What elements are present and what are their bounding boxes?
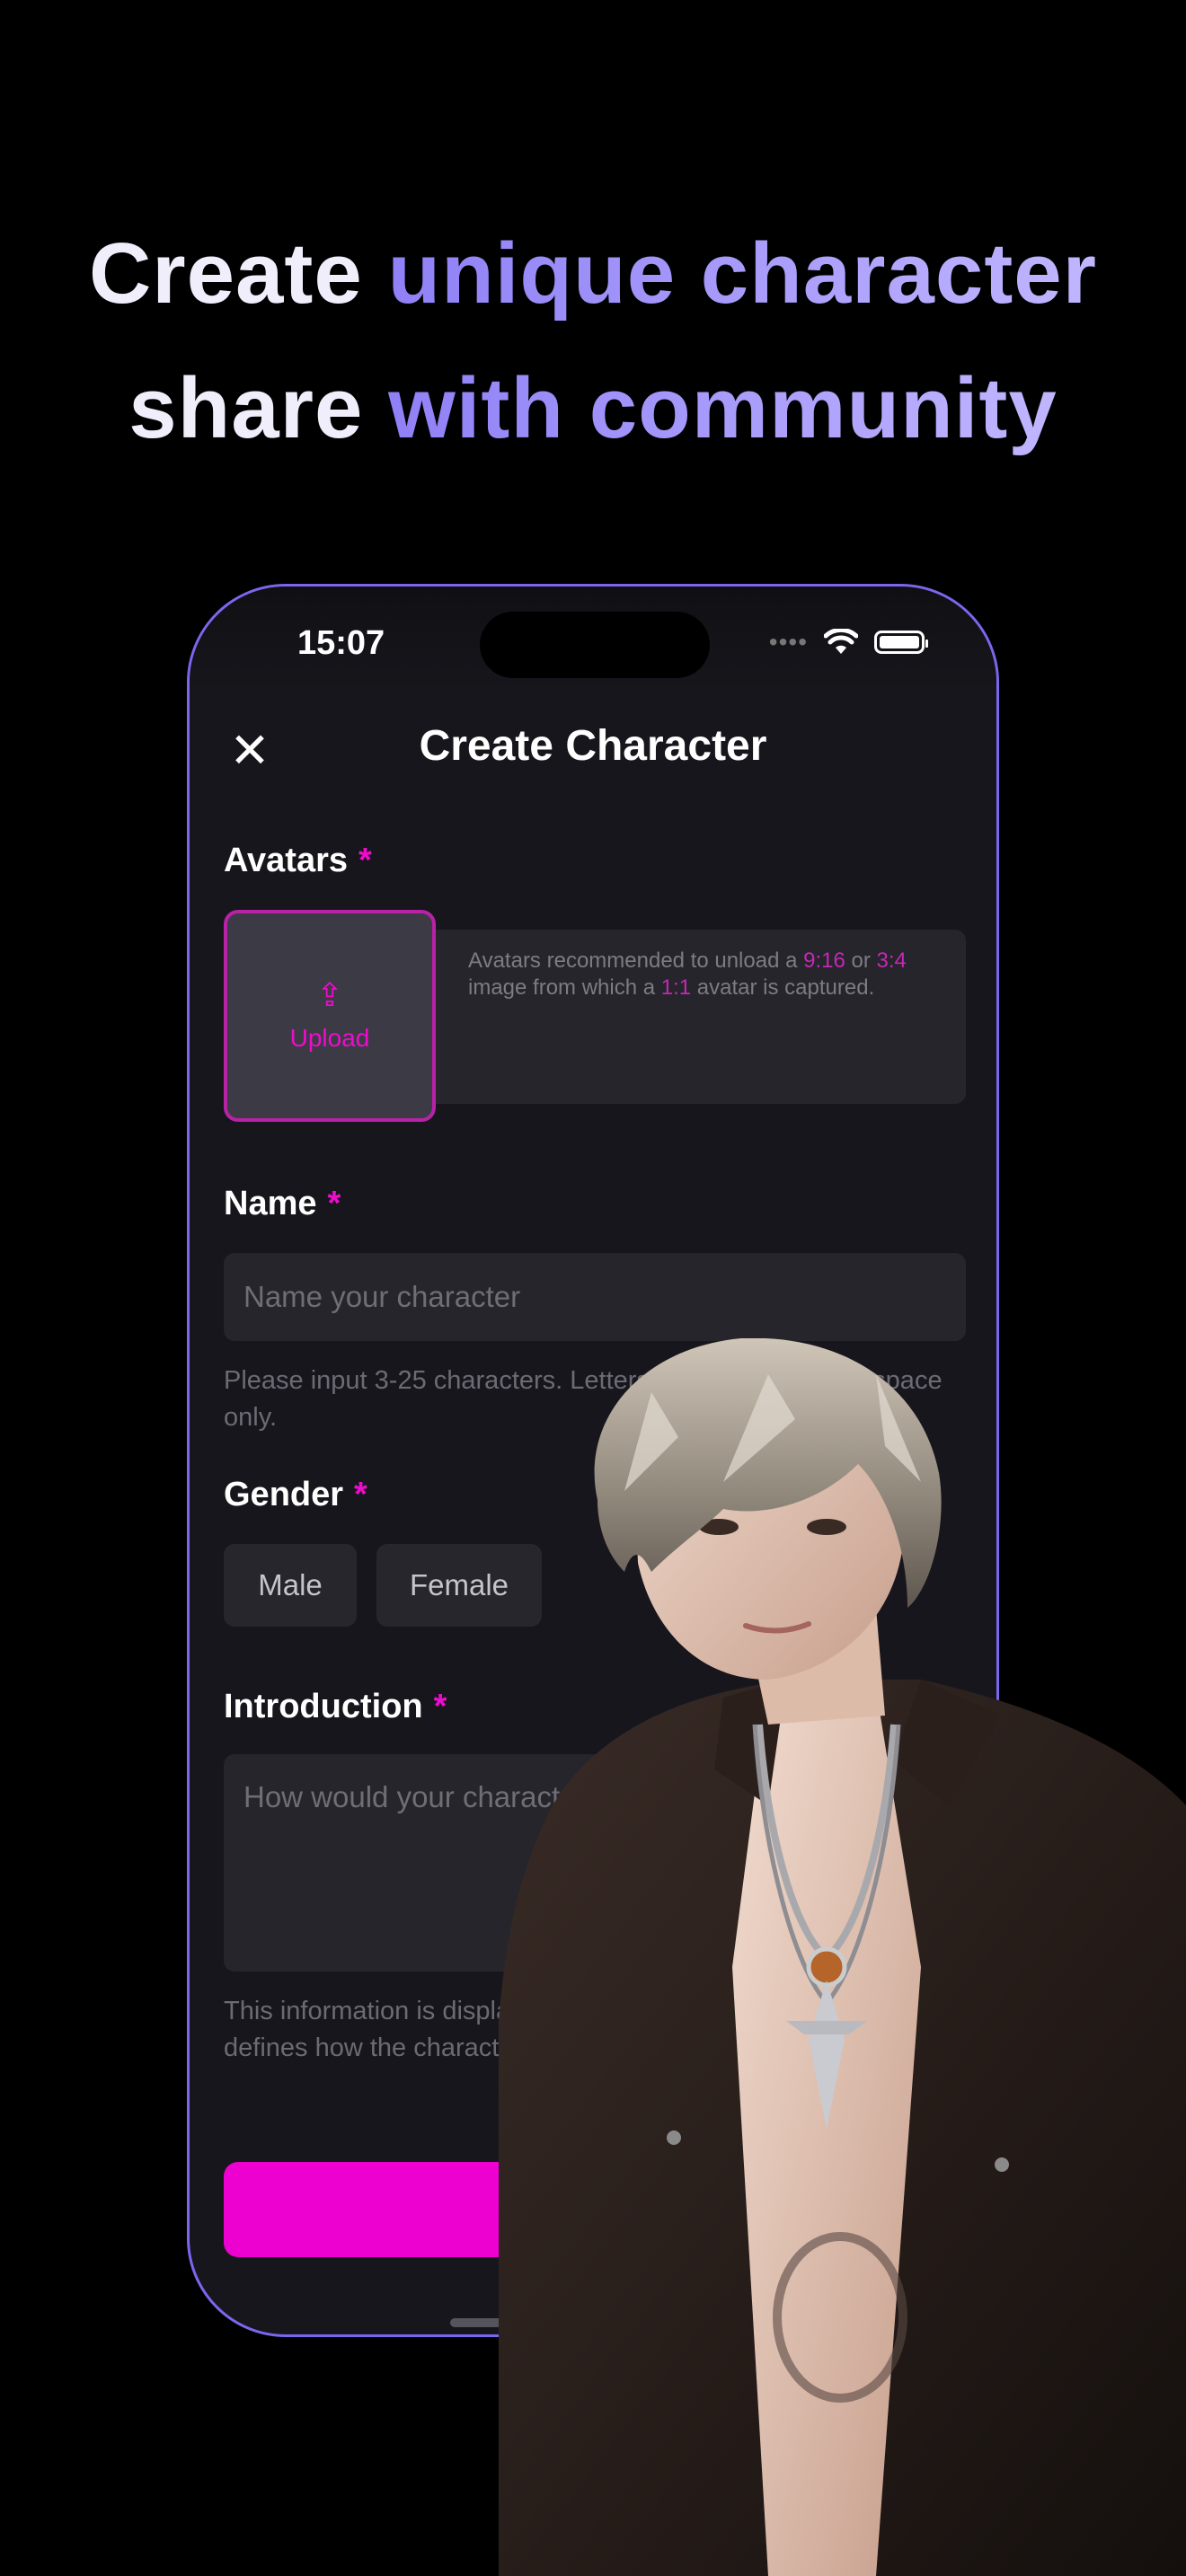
name-placeholder: Name your character bbox=[243, 1280, 521, 1313]
signal-icon: •••• bbox=[768, 628, 808, 656]
page-title: Create Character bbox=[419, 722, 767, 770]
battery-icon bbox=[874, 631, 928, 654]
status-time: 15:07 bbox=[297, 624, 385, 662]
upload-label: Upload bbox=[289, 1024, 370, 1052]
upload-icon: ⇪ bbox=[315, 976, 344, 1013]
status-bar: 15:07 •••• bbox=[190, 587, 996, 694]
required-mark: * bbox=[358, 842, 372, 879]
headline: Create unique character share with commu… bbox=[0, 207, 1186, 476]
gender-label: Gender * bbox=[224, 1476, 367, 1513]
dynamic-island bbox=[480, 612, 710, 678]
headline-highlight-2: with community bbox=[388, 360, 1058, 456]
required-mark: * bbox=[433, 1688, 447, 1725]
status-icons: •••• bbox=[768, 628, 928, 657]
gender-option-male[interactable]: Male bbox=[224, 1544, 357, 1627]
avatar-upload-button[interactable]: ⇪ Upload bbox=[224, 910, 436, 1122]
required-mark: * bbox=[354, 1476, 367, 1513]
name-label: Name * bbox=[224, 1185, 341, 1222]
name-input[interactable]: Name your character bbox=[224, 1253, 966, 1341]
headline-highlight-1: unique character bbox=[387, 225, 1098, 322]
headline-line-2: share with community bbox=[128, 360, 1058, 456]
wifi-icon bbox=[824, 629, 858, 654]
avatar-hint: Avatars recommended to unload a 9:16 or … bbox=[436, 930, 966, 1104]
character-illustration bbox=[499, 1338, 1186, 2576]
headline-line-1: Create unique character bbox=[88, 225, 1098, 322]
introduction-label: Introduction * bbox=[224, 1688, 447, 1725]
required-mark: * bbox=[327, 1185, 341, 1222]
avatars-label: Avatars * bbox=[224, 842, 372, 879]
